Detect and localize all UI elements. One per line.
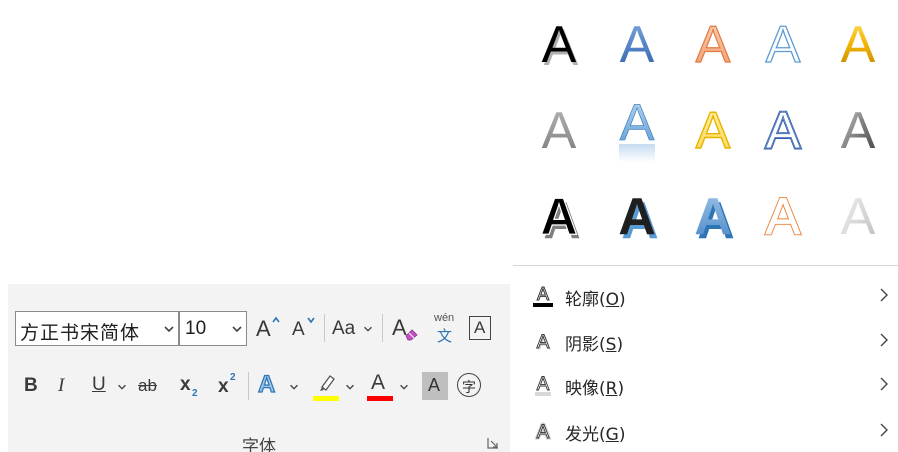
svg-text:A: A: [537, 332, 550, 353]
highlight-color-swatch: [313, 396, 339, 401]
caret-down-icon: [307, 317, 315, 324]
font-name-value: 方正书宋简体: [20, 322, 141, 344]
menu-item-reflection[interactable]: A 映像(R): [513, 362, 898, 406]
superscript-button[interactable]: x 2: [212, 369, 242, 403]
svg-text:A: A: [542, 16, 577, 74]
menu-item-glow[interactable]: A A 发光(G): [513, 408, 898, 452]
chevron-right-icon: [880, 423, 888, 437]
subscript-button[interactable]: x 2: [174, 369, 204, 403]
font-size-combobox[interactable]: 10: [179, 311, 247, 346]
chevron-down-icon: [364, 326, 372, 332]
clear-formatting-button[interactable]: A: [388, 311, 424, 346]
strikethrough-button[interactable]: ab: [134, 369, 166, 403]
gallery-item[interactable]: A: [841, 188, 876, 246]
svg-text:A: A: [841, 102, 876, 160]
shadow-icon: A A: [536, 332, 551, 354]
gallery-item[interactable]: A: [620, 16, 655, 74]
font-name-combobox[interactable]: 方正书宋简体: [15, 311, 179, 346]
gallery-item[interactable]: A A: [618, 188, 659, 250]
reflection-shade: [619, 144, 655, 162]
svg-text:A: A: [620, 16, 655, 74]
bold-button[interactable]: B: [18, 369, 44, 403]
glow-icon: A A: [535, 421, 551, 445]
reflection-icon: A: [535, 374, 551, 396]
svg-text:A: A: [537, 374, 550, 395]
gallery-item[interactable]: A: [841, 102, 876, 160]
menu-item-label: 发光(G): [565, 425, 626, 445]
gallery-item[interactable]: A: [542, 102, 577, 160]
shrink-font-button[interactable]: A: [288, 311, 320, 346]
menu-item-shadow[interactable]: A A 阴影(S): [513, 318, 898, 362]
svg-text:A: A: [841, 188, 876, 246]
svg-text:A: A: [696, 16, 731, 74]
caret-up-icon: [272, 316, 280, 323]
svg-text:A: A: [537, 284, 549, 304]
group-title: 字体: [242, 437, 276, 452]
menu-item-label: 阴影(S): [565, 335, 624, 355]
gallery-item[interactable]: A: [841, 16, 876, 74]
svg-text:A: A: [542, 102, 577, 160]
text-effects-button[interactable]: A: [254, 368, 306, 404]
gallery-item[interactable]: A A: [542, 16, 579, 77]
change-case-button[interactable]: Aa: [330, 311, 378, 346]
menu-item-label: 映像(R): [565, 379, 625, 399]
svg-text:A: A: [537, 422, 550, 443]
chevron-right-icon: [880, 333, 888, 347]
gallery-item[interactable]: A A: [694, 188, 735, 250]
separator: [382, 314, 383, 342]
italic-button[interactable]: I: [52, 369, 78, 403]
svg-text:A: A: [766, 188, 801, 246]
chevron-down-icon: [346, 384, 354, 390]
gallery-item[interactable]: A: [765, 15, 801, 74]
eraser-icon: [405, 329, 418, 341]
chevron-right-icon: [880, 377, 888, 391]
svg-text:A: A: [618, 188, 656, 246]
chevron-down-icon[interactable]: [162, 322, 176, 336]
gallery-item[interactable]: A A: [764, 187, 802, 248]
dialog-launcher-icon[interactable]: [486, 436, 500, 450]
menu-item-outline[interactable]: A 轮廓(O): [513, 273, 898, 317]
chevron-right-icon: [880, 288, 888, 302]
underline-button[interactable]: U: [86, 369, 112, 403]
gallery-item[interactable]: A A A: [764, 101, 802, 162]
separator: [324, 314, 325, 342]
font-size-value: 10: [185, 318, 207, 339]
svg-text:A: A: [694, 188, 732, 246]
text-effects-gallery: A A A A A A A A A A A A A A A A A A A A …: [513, 0, 898, 263]
phonetic-guide-button[interactable]: wén 文: [428, 311, 462, 346]
gallery-item[interactable]: A: [619, 94, 655, 162]
svg-text:A: A: [540, 188, 578, 246]
svg-text:A: A: [696, 102, 731, 160]
character-border-button[interactable]: A: [466, 314, 496, 344]
font-ribbon-group: 方正书宋简体 10 A A Aa A wén 文 A B I U ab x 2 …: [8, 284, 510, 452]
chevron-down-icon[interactable]: [116, 381, 128, 393]
font-color-swatch: [367, 396, 393, 401]
separator: [248, 372, 249, 400]
chevron-down-icon[interactable]: [230, 322, 244, 336]
menu-item-label: 轮廓(O): [565, 290, 626, 310]
chevron-down-icon: [400, 384, 408, 390]
outline-icon: A: [533, 284, 553, 307]
svg-text:A: A: [620, 94, 655, 152]
font-color-button[interactable]: A: [364, 368, 414, 404]
text-highlight-button[interactable]: [310, 368, 360, 404]
highlighter-icon: [320, 375, 335, 391]
gallery-item[interactable]: A A: [540, 187, 581, 250]
gallery-grid: A A A A A A A A A A A A A A A A A A A A …: [540, 15, 876, 250]
gallery-item[interactable]: A: [695, 101, 731, 160]
gallery-item[interactable]: A: [695, 15, 731, 74]
menu-divider: [513, 265, 898, 266]
character-shading-button[interactable]: A: [422, 372, 448, 400]
grow-font-button[interactable]: A: [252, 311, 284, 346]
svg-text:A: A: [841, 16, 876, 74]
svg-text:A: A: [766, 16, 801, 74]
svg-text:A: A: [766, 102, 801, 160]
chevron-down-icon: [290, 384, 298, 390]
enclose-characters-button[interactable]: 字: [454, 370, 486, 402]
